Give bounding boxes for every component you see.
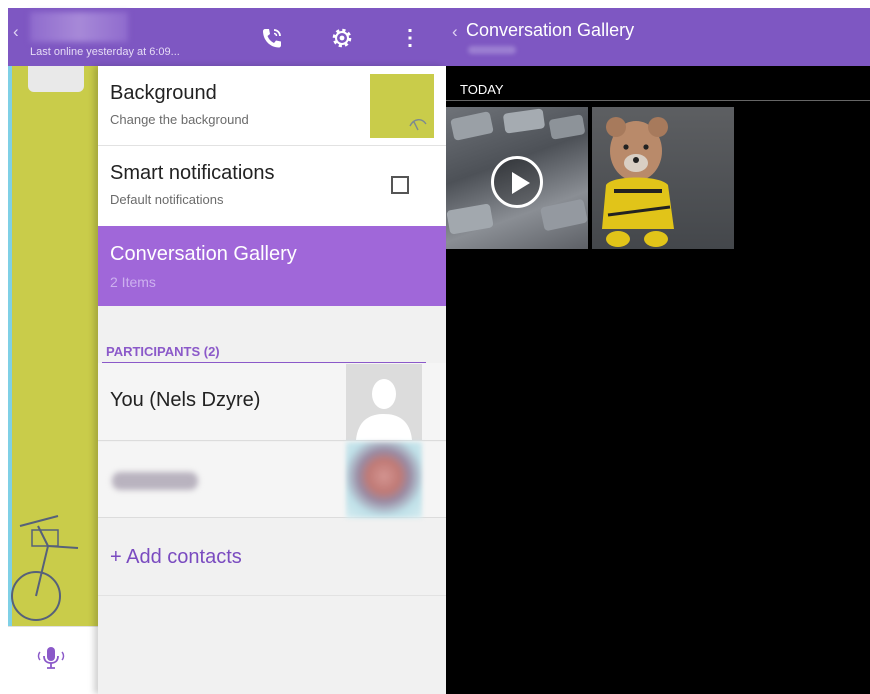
chat-background	[8, 66, 98, 626]
participant-avatar	[346, 442, 422, 518]
gallery-title: Conversation Gallery	[466, 20, 635, 40]
participant-row[interactable]: You (Nels Dzyre)	[98, 363, 446, 441]
smart-notifications-subtitle: Default notifications	[110, 192, 224, 207]
gallery-content: TODAY	[446, 66, 870, 694]
conversation-info-panel: Background Change the background Smart n…	[98, 66, 446, 694]
mic-icon[interactable]	[36, 645, 66, 676]
participants-header: PARTICIPANTS (2)	[106, 344, 220, 359]
background-setting[interactable]: Background Change the background	[98, 66, 446, 146]
contact-name-blurred	[30, 12, 128, 42]
section-label: TODAY	[460, 82, 504, 97]
participant-name-blurred	[112, 472, 198, 490]
section-divider	[446, 100, 870, 101]
add-contacts-button[interactable]: + Add contacts	[110, 546, 242, 569]
background-subtitle: Change the background	[110, 112, 249, 127]
bicycle-illustration	[11, 515, 79, 621]
chat-input-bar	[8, 626, 98, 694]
video-thumbnail[interactable]	[446, 107, 588, 249]
conversation-gallery-item[interactable]: Conversation Gallery 2 Items	[98, 226, 446, 306]
default-avatar-icon	[346, 364, 422, 440]
phone-icon[interactable]	[258, 24, 286, 52]
gallery-header: ‹ Conversation Gallery	[446, 8, 870, 66]
participant-row[interactable]	[98, 442, 446, 518]
gear-icon[interactable]	[328, 24, 356, 52]
photo-thumbnail[interactable]	[592, 107, 734, 249]
add-contacts-row[interactable]: + Add contacts	[98, 518, 446, 596]
gallery-subtitle-blurred	[468, 46, 516, 54]
back-icon[interactable]: ‹	[452, 22, 458, 42]
background-title: Background	[110, 82, 217, 104]
smart-notifications-title: Smart notifications	[110, 162, 275, 184]
smart-notifications-checkbox[interactable]	[391, 176, 409, 194]
participant-name: You (Nels Dzyre)	[110, 389, 261, 411]
conversation-gallery-title: Conversation Gallery	[110, 243, 297, 265]
conversation-gallery-count: 2 Items	[110, 274, 156, 290]
back-icon[interactable]: ‹	[13, 22, 19, 42]
last-online-status: Last online yesterday at 6:09...	[30, 46, 180, 58]
smart-notifications-setting[interactable]: Smart notifications Default notification…	[98, 146, 446, 226]
chat-header: ‹ Last online yesterday at 6:09...	[8, 8, 446, 66]
message-bubble	[28, 66, 84, 92]
background-thumbnail	[370, 74, 434, 138]
more-vert-icon[interactable]	[396, 24, 424, 52]
play-icon[interactable]	[491, 156, 543, 208]
